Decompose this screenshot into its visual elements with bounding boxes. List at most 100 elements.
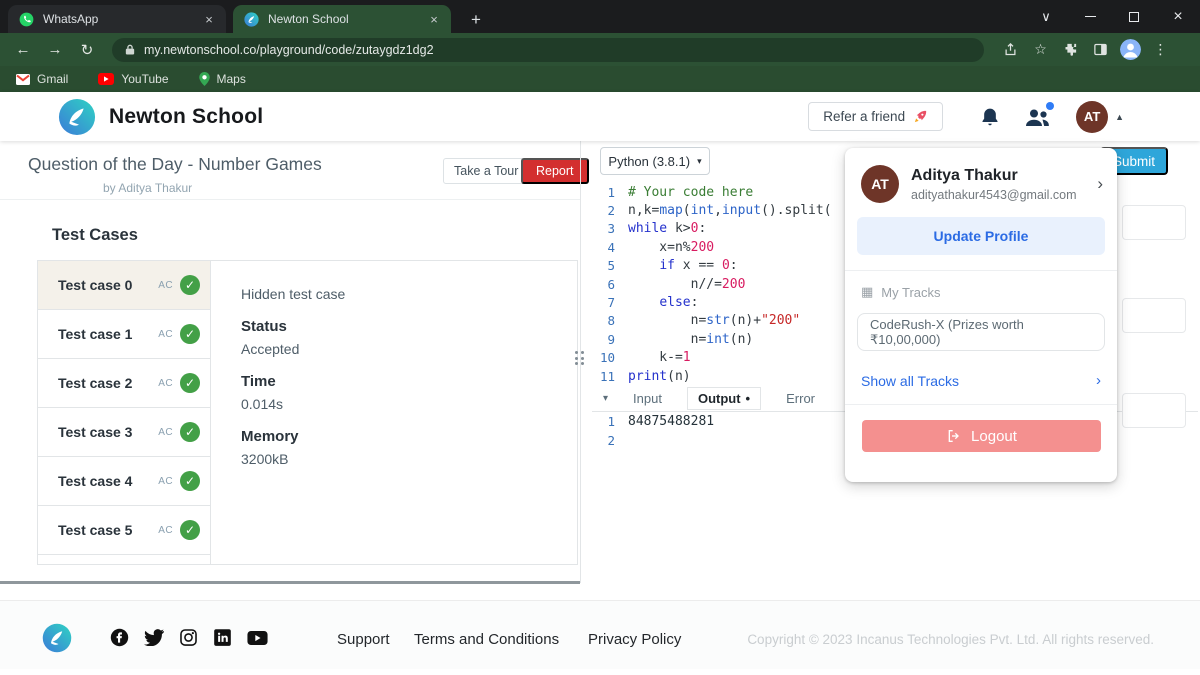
facebook-icon[interactable] (110, 628, 129, 647)
horizontal-scrollbar[interactable] (0, 581, 580, 584)
test-case-row[interactable]: Test case 1 AC ✓ (38, 310, 210, 359)
close-window-button[interactable]: × (1156, 0, 1200, 33)
status-label: Status (241, 318, 287, 335)
minimize-button[interactable] (1068, 0, 1112, 33)
code-token: if (659, 258, 675, 274)
code-token: 0 (721, 258, 730, 274)
notification-bell-button[interactable] (980, 106, 1000, 128)
tab-whatsapp[interactable]: WhatsApp × (8, 5, 226, 33)
tab-error[interactable]: Error (786, 391, 815, 406)
my-tracks-label-row: ▦ My Tracks (861, 284, 1117, 300)
tab-close-icon[interactable]: × (201, 11, 217, 27)
line-number: 4 (607, 239, 615, 255)
code-token: , (714, 203, 722, 219)
test-case-row[interactable]: Test case 5 AC ✓ (38, 506, 210, 555)
maximize-icon (1129, 11, 1139, 22)
social-links (110, 628, 268, 647)
console-collapse-icon[interactable]: ▾ (603, 393, 608, 404)
author-byline: by Aditya Thakur (103, 181, 193, 195)
browser-menu-kebab-icon[interactable]: ⋮ (1148, 37, 1173, 62)
gmail-icon (16, 73, 30, 85)
bookmark-gmail[interactable]: Gmail (16, 72, 68, 86)
tab-output[interactable]: Output • (686, 387, 762, 410)
line-number: 5 (607, 258, 615, 274)
code-token: k> (667, 221, 691, 237)
browser-profile-avatar[interactable] (1118, 37, 1143, 62)
tab-title: Newton School (268, 12, 349, 26)
obscured-panel-fragment (1122, 393, 1186, 428)
memory-value: 3200kB (241, 451, 289, 467)
take-a-tour-button[interactable]: Take a Tour (443, 158, 530, 184)
side-panel-icon[interactable] (1088, 37, 1113, 62)
community-people-button[interactable] (1025, 101, 1055, 127)
footer-link-terms[interactable]: Terms and Conditions (414, 631, 559, 648)
profile-menu-trigger[interactable]: AT ▲ (1076, 100, 1124, 133)
extensions-puzzle-icon[interactable] (1058, 37, 1083, 62)
bookmark-star-icon[interactable]: ☆ (1028, 37, 1053, 62)
code-token: else (659, 295, 691, 311)
code-token: int (690, 203, 715, 219)
code-token: 200 (721, 276, 746, 292)
bookmarks-bar: Gmail YouTube Maps (0, 66, 1200, 92)
site-header: Newton School Refer a friend AT ▲ (0, 92, 1200, 141)
test-case-row[interactable]: Test case 4 AC ✓ (38, 457, 210, 506)
verdict-label: AC (158, 328, 173, 340)
code-token: (n)+ (729, 313, 762, 329)
test-cases-heading: Test Cases (52, 226, 138, 244)
footer: Support Terms and Conditions Privacy Pol… (0, 600, 1200, 669)
footer-link-support[interactable]: Support (337, 631, 390, 648)
instagram-icon[interactable] (179, 628, 198, 647)
address-bar[interactable]: my.newtonschool.co/playground/code/zutay… (112, 37, 984, 62)
forward-button[interactable]: → (42, 37, 68, 63)
menu-divider (845, 270, 1117, 271)
refer-a-friend-button[interactable]: Refer a friend (808, 102, 944, 131)
code-token: : (729, 258, 738, 274)
window-controls: ∨ × (1024, 0, 1200, 33)
reload-button[interactable]: ↻ (74, 37, 100, 63)
back-button[interactable]: ← (10, 37, 36, 63)
maximize-button[interactable] (1112, 0, 1156, 33)
code-token: n//= (628, 276, 722, 292)
tab-search-chevron-icon[interactable]: ∨ (1024, 0, 1068, 33)
bookmark-label: YouTube (121, 72, 169, 86)
chevron-right-icon[interactable]: › (1097, 174, 1103, 194)
track-item[interactable]: CodeRush-X (Prizes worth ₹10,00,000) (857, 313, 1105, 351)
tab-close-icon[interactable]: × (426, 11, 442, 27)
tab-newton-school[interactable]: Newton School × (233, 5, 451, 33)
test-case-row[interactable]: Test case 3 AC ✓ (38, 408, 210, 457)
line-number: 2 (607, 433, 615, 448)
test-case-row[interactable]: Test case 0 AC ✓ (38, 261, 210, 310)
line-number: 1 (607, 184, 615, 200)
logout-button[interactable]: Logout (862, 420, 1101, 452)
code-token: k-= (628, 350, 683, 366)
code-token: 0 (690, 221, 699, 237)
twitter-icon[interactable] (144, 629, 164, 646)
code-token: "200" (761, 313, 801, 329)
report-button[interactable]: Report (521, 158, 589, 184)
share-icon[interactable] (998, 37, 1023, 62)
show-all-tracks-link[interactable]: Show all Tracks › (861, 372, 1101, 389)
refer-label: Refer a friend (823, 109, 906, 124)
footer-link-privacy[interactable]: Privacy Policy (588, 631, 681, 648)
linkedin-icon[interactable] (213, 628, 232, 647)
language-select[interactable]: Python (3.8.1) ▾ (600, 147, 710, 175)
youtube-icon[interactable] (247, 630, 268, 646)
tab-input[interactable]: Input (633, 391, 662, 406)
accepted-check-icon: ✓ (180, 422, 200, 442)
tab-title: WhatsApp (43, 12, 99, 26)
menu-avatar: AT (861, 165, 899, 203)
memory-label: Memory (241, 428, 299, 445)
bookmark-youtube[interactable]: YouTube (98, 72, 169, 86)
panel-drag-handle[interactable] (575, 351, 584, 365)
line-number: 3 (607, 221, 615, 237)
update-profile-button[interactable]: Update Profile (857, 217, 1105, 255)
user-avatar[interactable]: AT (1076, 100, 1109, 133)
bookmark-maps[interactable]: Maps (198, 72, 246, 86)
new-tab-button[interactable]: + (464, 8, 488, 32)
test-case-row-partial[interactable]: ✓ (38, 555, 210, 564)
test-case-row[interactable]: Test case 2 AC ✓ (38, 359, 210, 408)
line-number: 11 (599, 368, 615, 384)
chevron-down-icon: ▾ (697, 155, 702, 166)
profile-summary[interactable]: AT Aditya Thakur adityathakur4543@gmail.… (845, 148, 1117, 203)
code-token: input (721, 203, 762, 219)
